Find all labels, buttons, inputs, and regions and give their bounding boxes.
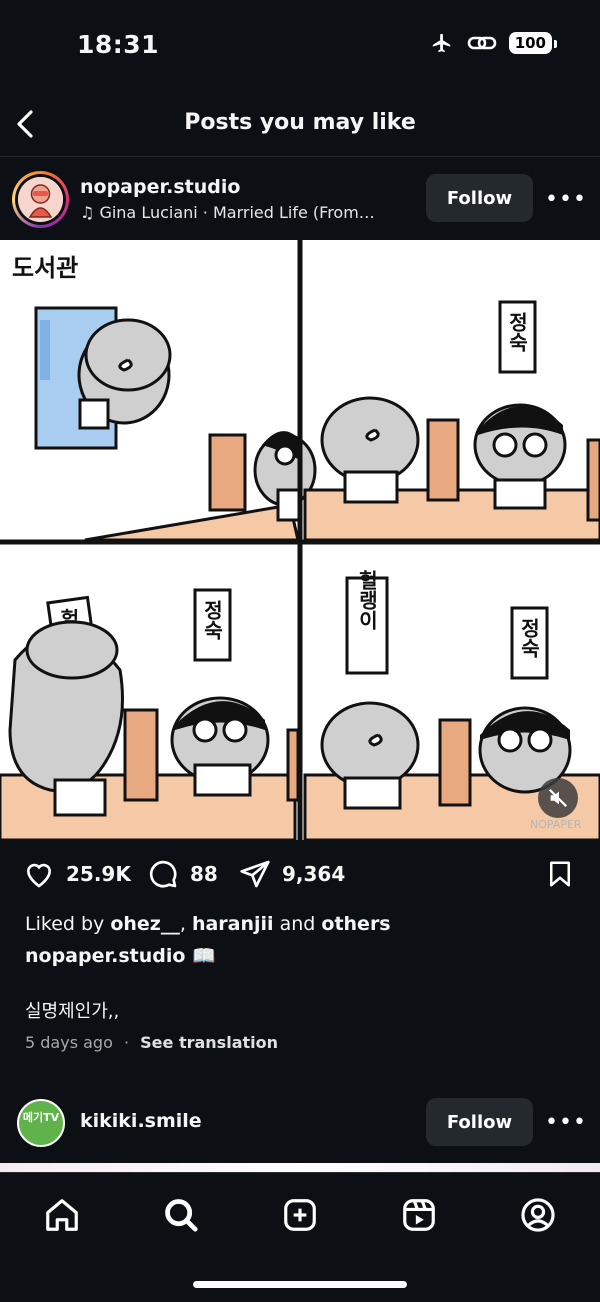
liked-by-others[interactable]: others [321, 913, 390, 935]
post-time: 5 days ago [25, 1033, 113, 1052]
save-button[interactable] [545, 858, 575, 890]
comment-count: 88 [190, 862, 218, 886]
muted-speaker-icon [548, 788, 568, 808]
tab-create[interactable] [278, 1193, 322, 1237]
next-post-follow-button[interactable]: Follow [426, 1098, 533, 1146]
status-icons: 100 [429, 32, 558, 54]
avatar-illustration-icon [18, 177, 63, 222]
comic-sign-heollaengi: 헐랭이 [355, 569, 379, 631]
link-icon [467, 36, 496, 50]
home-indicator [193, 1281, 407, 1288]
see-translation-link[interactable]: See translation [140, 1033, 278, 1052]
reels-icon [403, 1199, 435, 1231]
audio-track-label: Gina Luciani · Married Life (From… [99, 203, 375, 222]
share-count: 9,364 [282, 862, 346, 886]
mute-toggle[interactable] [538, 778, 578, 818]
battery-indicator: 100 [508, 32, 558, 54]
comment-button[interactable]: 88 [146, 858, 218, 890]
post-actions: 25.9K 88 9,364 [0, 858, 600, 898]
profile-icon [521, 1198, 555, 1232]
liked-by-user-2[interactable]: haranjii [192, 913, 274, 935]
next-post-username[interactable]: kikiki.smile [80, 1110, 202, 1132]
comic-panel-3: 헐 정숙 [0, 588, 300, 840]
post-username[interactable]: nopaper.studio [80, 176, 240, 198]
bookmark-icon [550, 861, 570, 887]
header-divider [0, 156, 600, 157]
like-button[interactable]: 25.9K [22, 858, 131, 890]
home-icon [46, 1199, 78, 1231]
comic-panel-1: 도서관 [12, 254, 317, 542]
create-icon [284, 1199, 316, 1231]
liked-by-sep: , [179, 913, 192, 935]
liked-by-prefix: Liked by [25, 913, 111, 935]
post-image[interactable]: 도서관 정숙 헐 정숙 헐랭이 정숙 NOPAPER [0, 240, 600, 840]
avatar[interactable] [12, 171, 69, 228]
page-title: Posts you may like [184, 110, 416, 135]
caption-text: 실명제인가,, [25, 1001, 120, 1022]
post-meta: 5 days ago · See translation [25, 1033, 278, 1052]
search-icon [165, 1199, 198, 1232]
liked-by-and: and [273, 913, 322, 935]
caption-header[interactable]: nopaper.studio 📖 [25, 944, 216, 967]
music-note-icon: ♫ [80, 203, 100, 222]
comment-icon [149, 860, 177, 888]
next-post-image-peek [0, 1163, 600, 1172]
like-count: 25.9K [66, 862, 131, 886]
heart-icon [27, 863, 51, 888]
comic-artwork: 도서관 정숙 헐 정숙 헐랭이 정숙 NOPAPER [0, 240, 600, 840]
liked-by-user-1[interactable]: ohez__ [110, 913, 180, 935]
send-icon [240, 860, 270, 888]
share-button[interactable]: 9,364 [238, 858, 345, 890]
comic-label-library: 도서관 [12, 254, 78, 282]
comic-sign-quiet-3: 정숙 [517, 618, 541, 659]
comic-watermark: NOPAPER [530, 818, 582, 831]
next-post-more-options-icon[interactable]: ••• [545, 1102, 586, 1142]
next-post-avatar[interactable]: 메기TV [17, 1099, 65, 1147]
tab-search[interactable] [159, 1193, 203, 1237]
more-options-icon[interactable]: ••• [545, 179, 586, 219]
audio-track[interactable]: ♫ Gina Luciani · Married Life (From… [80, 203, 410, 222]
comic-sign-quiet-1: 정숙 [505, 312, 529, 353]
tab-profile[interactable] [516, 1193, 560, 1237]
airplane-icon [432, 33, 450, 53]
follow-button[interactable]: Follow [426, 174, 533, 222]
comic-panel-2: 정숙 [303, 300, 600, 542]
meta-dot: · [123, 1033, 130, 1052]
tab-home[interactable] [40, 1193, 84, 1237]
comic-sign-quiet-2: 정숙 [200, 600, 224, 641]
status-time: 18:31 [77, 30, 160, 59]
tab-reels[interactable] [397, 1193, 441, 1237]
liked-by[interactable]: Liked by ohez__, haranjii and others [25, 913, 391, 935]
